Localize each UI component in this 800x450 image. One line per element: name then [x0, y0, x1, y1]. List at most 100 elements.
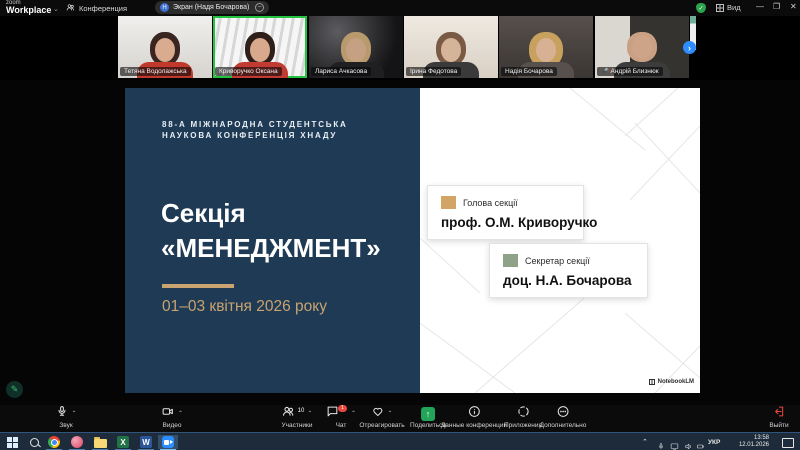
participants-icon	[282, 405, 296, 423]
action-center-icon[interactable]	[782, 438, 794, 448]
chair-card: Голова секції проф. О.М. Криворучко	[427, 185, 584, 240]
more-label: Дополнительно	[540, 422, 587, 429]
hidden-icons-chevron[interactable]: ⌃	[642, 433, 648, 450]
microphone-icon	[55, 405, 68, 423]
camera-icon	[161, 405, 175, 423]
video-tile[interactable]: 🎤̸ Андрій Близнюк	[595, 16, 689, 78]
gold-divider	[162, 284, 234, 288]
heart-icon	[371, 405, 384, 423]
green-swatch	[503, 254, 518, 267]
taskbar-photos-icon[interactable]	[67, 435, 87, 449]
view-button-label: Вид	[727, 3, 741, 12]
more-button[interactable]: Дополнительно	[540, 407, 587, 429]
tab-screen-share[interactable]: Н Экран (Надя Бочарова) −	[155, 1, 269, 14]
people-icon	[66, 3, 75, 14]
share-screen-icon: ↑	[421, 407, 435, 421]
tray-battery-icon[interactable]	[696, 433, 704, 450]
gold-swatch	[441, 196, 456, 209]
taskbar-word-icon[interactable]: W	[136, 435, 156, 449]
secretary-name: доц. Н.А. Бочарова	[503, 273, 634, 288]
slide-left-panel: 88-А МІЖНАРОДНА СТУДЕНТСЬКА НАУКОВА КОНФ…	[125, 88, 420, 393]
participants-count: 10	[298, 408, 305, 414]
participant-name: Ірина Федотова	[406, 67, 461, 76]
react-button[interactable]: ⌃ Отреагировать	[359, 407, 404, 429]
chevron-down-icon[interactable]: ⌄	[53, 5, 59, 13]
chevron-up-icon[interactable]: ⌃	[387, 411, 392, 417]
info-label: Данные конференции	[441, 422, 507, 429]
next-participants-button[interactable]: ›	[683, 41, 696, 54]
video-button[interactable]: ⌃ Видео	[161, 407, 183, 429]
tray-display-icon[interactable]	[670, 433, 678, 450]
video-tile[interactable]: Тетяна Водолажська	[118, 16, 212, 78]
audio-label: Звук	[59, 422, 72, 429]
search-icon[interactable]	[24, 435, 44, 449]
tray-microphone-icon[interactable]	[657, 433, 665, 450]
video-tile[interactable]: Ірина Федотова	[404, 16, 498, 78]
video-label: Видео	[163, 422, 182, 429]
close-button[interactable]: ✕	[790, 2, 797, 12]
screen-share-tab-label: Экран (Надя Бочарова)	[173, 4, 251, 11]
taskbar-clock[interactable]: 13:58 12.01.2026	[731, 435, 769, 449]
leave-label: Выйти	[769, 422, 788, 429]
minimize-button[interactable]: —	[756, 2, 764, 12]
zoom-workplace-window: zoom Workplace ⌄ Конференция Н Экран (На…	[0, 0, 800, 450]
windows-taskbar: X W ⌃ УКР 13:58 12.01.2026	[0, 432, 800, 450]
leave-icon	[773, 405, 786, 423]
participant-name: Тетяна Водолажська	[120, 67, 191, 76]
chevron-up-icon[interactable]: ⌃	[178, 411, 183, 417]
apps-label: Приложения	[504, 422, 542, 429]
tray-volume-icon[interactable]	[684, 433, 692, 450]
taskbar-explorer-icon[interactable]	[90, 435, 110, 449]
avatar: Н	[160, 3, 169, 12]
section-title: Секція «МЕНЕДЖМЕНТ»	[161, 196, 381, 266]
participants-label: Участники	[281, 422, 312, 429]
zoom-workplace-logo: zoom Workplace	[6, 0, 51, 14]
grid-view-icon	[716, 4, 724, 12]
participant-name: Лариса Ачкасова	[311, 67, 371, 76]
taskbar-zoom-icon[interactable]	[158, 435, 178, 449]
taskbar-excel-icon[interactable]: X	[113, 435, 133, 449]
chat-badge: 1	[338, 405, 347, 412]
presentation-slide: 88-А МІЖНАРОДНА СТУДЕНТСЬКА НАУКОВА КОНФ…	[125, 88, 700, 393]
video-tile[interactable]: Надія Бочарова	[499, 16, 593, 78]
conference-kicker: 88-А МІЖНАРОДНА СТУДЕНТСЬКА НАУКОВА КОНФ…	[162, 119, 348, 141]
secretary-card: Секретар секції доц. Н.А. Бочарова	[489, 243, 648, 298]
notebooklm-watermark: NotebookLM	[649, 379, 694, 385]
security-shield-icon[interactable]: ✓	[696, 3, 706, 13]
apps-button[interactable]: Приложения	[504, 407, 542, 429]
audio-button[interactable]: ⌃ Звук	[55, 407, 76, 429]
window-title-bar: zoom Workplace ⌄ Конференция Н Экран (На…	[0, 0, 800, 16]
taskbar-chrome-icon[interactable]	[44, 435, 64, 449]
chair-role-label: Голова секції	[463, 198, 518, 208]
chat-button[interactable]: 1 ⌃ Чат	[326, 407, 356, 429]
notebooklm-icon	[649, 379, 655, 385]
secretary-role-label: Секретар секції	[525, 256, 590, 266]
view-button[interactable]: Вид	[716, 3, 741, 12]
chevron-up-icon[interactable]: ⌃	[351, 411, 356, 417]
time-text: 13:58	[754, 435, 769, 442]
leave-meeting-button[interactable]: Выйти	[769, 407, 788, 429]
annotate-pencil-button[interactable]: ✎	[6, 381, 23, 398]
chevron-up-icon[interactable]: ⌃	[307, 411, 312, 417]
geometric-line-decoration	[420, 88, 700, 393]
meeting-info-button[interactable]: Данные конференции	[441, 407, 507, 429]
more-icon	[556, 405, 569, 423]
tab-conference[interactable]: Конференция	[66, 3, 127, 14]
apps-icon	[517, 405, 530, 423]
participant-name: Криворучко Оксана	[215, 67, 282, 76]
language-indicator[interactable]: УКР	[708, 433, 720, 450]
react-label: Отреагировать	[359, 422, 404, 429]
maximize-button[interactable]: ❐	[773, 2, 780, 12]
video-tile[interactable]: Лариса Ачкасова	[309, 16, 403, 78]
chat-label: Чат	[336, 422, 347, 429]
brand-workplace: Workplace	[6, 7, 51, 14]
video-tile-active-speaker[interactable]: Криворучко Оксана	[213, 16, 307, 78]
meeting-toolbar: ⌃ Звук ⌃ Видео 10 ⌃ Участники 1 ⌃	[0, 405, 800, 432]
shared-screen-area: 88-А МІЖНАРОДНА СТУДЕНТСЬКА НАУКОВА КОНФ…	[0, 80, 800, 405]
chevron-up-icon[interactable]: ⌃	[71, 411, 76, 417]
conference-dates: 01–03 квітня 2026 року	[162, 298, 327, 316]
participants-button[interactable]: 10 ⌃ Участники	[281, 407, 312, 429]
stop-share-icon[interactable]: −	[255, 3, 264, 12]
chair-name: проф. О.М. Криворучко	[441, 215, 570, 230]
start-button[interactable]	[2, 435, 22, 449]
